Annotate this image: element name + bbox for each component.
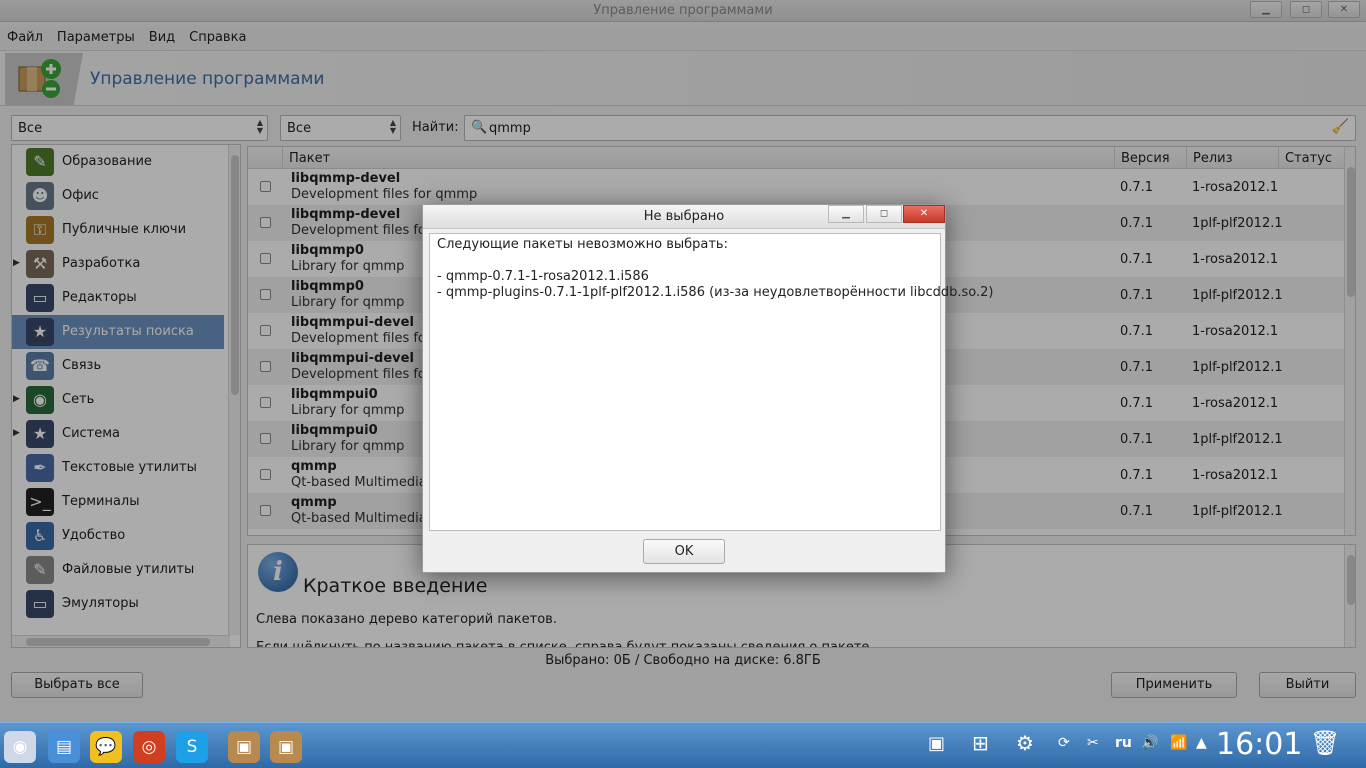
dialog-ok-button[interactable]: OK (643, 539, 725, 564)
chromium-icon[interactable]: ◎ (133, 731, 165, 763)
messenger-icon[interactable]: 💬 (90, 731, 122, 763)
not-selected-dialog: Не выбрано ▁ ◻ ✕ Следующие пакеты невозм… (422, 204, 994, 573)
dialog-line: - qmmp-0.7.1-1-rosa2012.1.i586 (437, 269, 649, 284)
dialog-line (437, 253, 933, 269)
clock[interactable]: 16:01 (1216, 727, 1302, 762)
screenshot-icon[interactable]: ▣ (928, 733, 945, 754)
keyboard-layout-indicator[interactable]: ru (1115, 735, 1132, 751)
window-switcher-icon[interactable]: ⊞ (972, 731, 989, 755)
wifi-icon[interactable]: 📶 (1170, 735, 1187, 751)
tray-expand-icon[interactable]: ▲ (1196, 735, 1207, 751)
volume-icon[interactable]: 🔊 (1141, 735, 1158, 751)
dialog-line: Следующие пакеты невозможно выбрать: (437, 237, 728, 252)
dialog-message: Следующие пакеты невозможно выбрать: - q… (429, 233, 994, 531)
dialog-minimize-button[interactable]: ▁ (828, 205, 864, 223)
package-manager-icon[interactable]: ▣ (270, 731, 302, 763)
dialog-maximize-button[interactable]: ◻ (866, 205, 902, 223)
rosa-menu-icon[interactable]: ◉ (4, 731, 36, 763)
package-installer-icon[interactable]: ▣ (228, 731, 260, 763)
file-manager-icon[interactable]: ▤ (48, 731, 80, 763)
skype-icon[interactable]: S (176, 731, 208, 763)
dialog-line: - qmmp-plugins-0.7.1-1plf-plf2012.1.i586… (437, 285, 994, 300)
scissors-icon[interactable]: ✂ (1087, 735, 1099, 751)
taskbar: ◉ ▤ 💬 ◎ S ▣ ▣ ▣ ⊞ ⚙ ⟳ ✂ ru 🔊 📶 ▲ 16:01 🗑 (0, 722, 1366, 768)
trash-icon[interactable]: 🗑 (1310, 729, 1340, 757)
dialog-close-button[interactable]: ✕ (903, 205, 945, 223)
settings-icon[interactable]: ⚙ (1016, 731, 1034, 755)
update-icon[interactable]: ⟳ (1058, 735, 1070, 751)
